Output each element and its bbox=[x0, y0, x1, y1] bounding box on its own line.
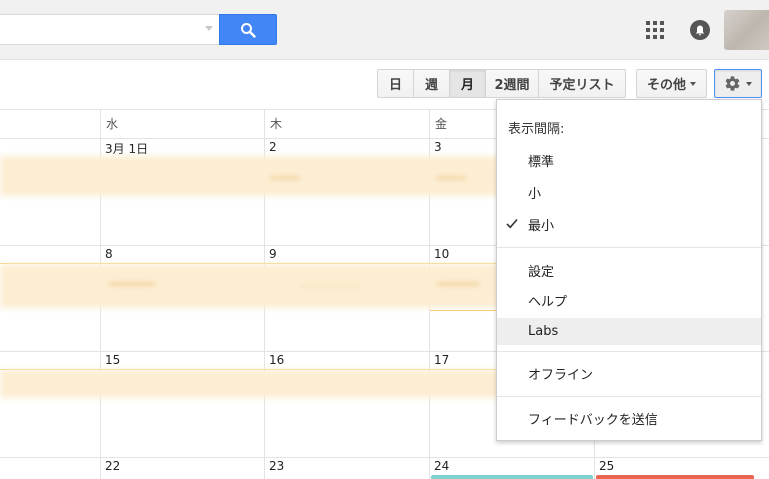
day-number[interactable]: 23 bbox=[264, 459, 284, 473]
event-chip[interactable] bbox=[596, 475, 754, 479]
view-week-button[interactable]: 週 bbox=[413, 69, 450, 98]
search-input[interactable] bbox=[0, 14, 219, 45]
view-switcher: 日 週 月 2週間 予定リスト bbox=[377, 69, 626, 98]
day-number[interactable]: 15 bbox=[100, 353, 120, 367]
apps-grid-icon[interactable] bbox=[646, 21, 664, 39]
settings-menu: 表示間隔: 標準 小 最小 設定 ヘルプ Labs オフライン フィードバックを… bbox=[496, 99, 762, 441]
view-agenda-button[interactable]: 予定リスト bbox=[538, 69, 626, 98]
menu-divider bbox=[497, 247, 761, 248]
checkmark-icon bbox=[506, 218, 518, 229]
day-number[interactable]: 17 bbox=[429, 353, 449, 367]
day-number[interactable]: 3月 1日 bbox=[100, 140, 148, 157]
avatar[interactable] bbox=[724, 10, 769, 50]
menu-divider bbox=[497, 351, 761, 352]
weekday-header-wed: 水 bbox=[100, 110, 264, 138]
gear-icon bbox=[725, 76, 740, 91]
day-number[interactable]: 3 bbox=[429, 140, 442, 154]
more-button-label: その他 bbox=[646, 78, 686, 93]
search-options-chevron-down-icon[interactable] bbox=[205, 26, 213, 31]
chevron-down-icon bbox=[746, 81, 752, 86]
settings-gear-button[interactable] bbox=[714, 69, 762, 98]
event-border bbox=[430, 310, 500, 311]
search-icon bbox=[241, 22, 256, 38]
event-chip bbox=[436, 176, 466, 180]
event-chip[interactable] bbox=[0, 370, 500, 398]
chevron-down-icon bbox=[690, 81, 696, 86]
weekday-header-thu: 木 bbox=[264, 110, 429, 138]
notifications-icon[interactable] bbox=[690, 20, 710, 40]
menu-item-send-feedback[interactable]: フィードバックを送信 bbox=[497, 405, 761, 432]
day-number[interactable]: 24 bbox=[429, 459, 449, 473]
view-month-button[interactable]: 月 bbox=[449, 69, 486, 98]
day-number[interactable]: 9 bbox=[264, 247, 277, 261]
event-chip bbox=[108, 282, 156, 286]
day-number[interactable]: 2 bbox=[264, 140, 277, 154]
top-bar bbox=[0, 0, 769, 60]
event-chip[interactable] bbox=[0, 156, 500, 196]
menu-item-density-minimum[interactable]: 最小 bbox=[497, 211, 761, 238]
menu-item-labs[interactable]: Labs bbox=[497, 318, 761, 345]
density-heading: 表示間隔: bbox=[508, 122, 565, 137]
menu-item-settings[interactable]: 設定 bbox=[497, 257, 761, 284]
day-number[interactable]: 8 bbox=[100, 247, 113, 261]
more-button[interactable]: その他 bbox=[636, 69, 707, 98]
day-number[interactable]: 25 bbox=[594, 459, 614, 473]
menu-item-density-standard[interactable]: 標準 bbox=[497, 147, 761, 174]
event-chip[interactable] bbox=[0, 264, 500, 308]
day-number[interactable]: 10 bbox=[429, 247, 449, 261]
menu-item-help[interactable]: ヘルプ bbox=[497, 287, 761, 314]
day-number[interactable]: 22 bbox=[100, 459, 120, 473]
event-chip bbox=[300, 284, 360, 288]
event-chip bbox=[270, 176, 300, 180]
view-day-button[interactable]: 日 bbox=[377, 69, 414, 98]
menu-item-offline[interactable]: オフライン bbox=[497, 360, 761, 387]
menu-divider bbox=[497, 396, 761, 397]
day-number[interactable]: 16 bbox=[264, 353, 284, 367]
event-chip bbox=[436, 282, 480, 286]
search-button[interactable] bbox=[219, 14, 277, 45]
menu-item-density-small[interactable]: 小 bbox=[497, 179, 761, 206]
menu-item-label: 最小 bbox=[528, 219, 555, 234]
grid-line bbox=[0, 457, 769, 458]
event-chip[interactable] bbox=[431, 475, 593, 479]
view-2week-button[interactable]: 2週間 bbox=[485, 69, 539, 98]
